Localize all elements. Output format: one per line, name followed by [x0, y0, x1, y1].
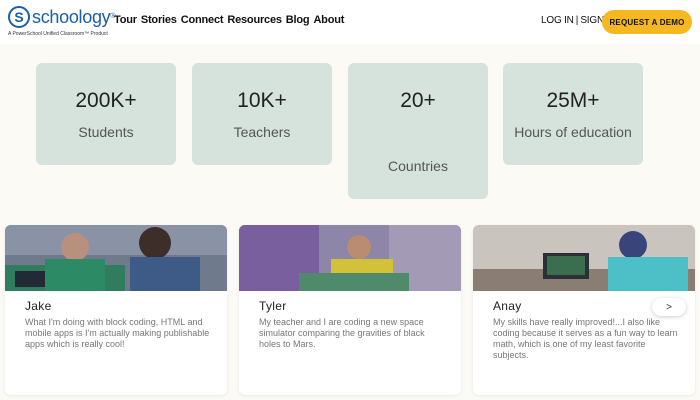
- story-name: Tyler: [259, 299, 287, 313]
- story-card-tyler[interactable]: Tyler My teacher and I are coding a new …: [239, 225, 461, 395]
- story-photo: [5, 225, 227, 291]
- stat-card-countries: 20+ Countries: [348, 63, 488, 199]
- logo-tagline: A PowerSchool Unified Classroom™ Product: [8, 31, 108, 37]
- stat-value: 200K+: [75, 89, 137, 112]
- nav-tour[interactable]: Tour: [114, 14, 137, 26]
- story-quote: What I'm doing with block coding, HTML a…: [25, 317, 210, 349]
- stat-card-teachers: 10K+ Teachers: [192, 63, 332, 165]
- stat-value: 10K+: [237, 89, 287, 112]
- main-nav: Tour Stories Connect Resources Blog Abou…: [114, 14, 344, 26]
- stat-label: Students: [78, 124, 134, 140]
- stat-label: Countries: [388, 158, 448, 174]
- story-photo: [473, 225, 695, 291]
- request-demo-button[interactable]: REQUEST A DEMO: [602, 10, 692, 34]
- stat-value: 20+: [400, 89, 436, 112]
- story-quote: My teacher and I are coding a new space …: [259, 317, 425, 349]
- story-card-jake[interactable]: Jake What I'm doing with block coding, H…: [5, 225, 227, 395]
- nav-about[interactable]: About: [313, 14, 344, 26]
- nav-resources[interactable]: Resources: [227, 14, 282, 26]
- nav-connect[interactable]: Connect: [181, 14, 224, 26]
- schoology-logo[interactable]: S schoology® A PowerSchool Unified Class…: [8, 6, 116, 40]
- auth-separator: |: [575, 15, 579, 26]
- stat-value: 25M+: [546, 89, 600, 112]
- logo-wordmark: schoology: [32, 7, 111, 27]
- stat-card-students: 200K+ Students: [36, 63, 176, 165]
- story-quote: My skills have really improved!...I also…: [493, 317, 678, 360]
- login-link[interactable]: LOG IN: [541, 15, 574, 26]
- story-name: Jake: [25, 299, 52, 313]
- stat-label: Teachers: [233, 124, 291, 140]
- site-header: S schoology® A PowerSchool Unified Class…: [0, 0, 700, 44]
- chevron-right-icon: >: [666, 301, 672, 313]
- logo-mark: S: [8, 6, 30, 28]
- story-name: Anay: [493, 299, 522, 313]
- nav-stories[interactable]: Stories: [141, 14, 177, 26]
- nav-blog[interactable]: Blog: [286, 14, 310, 26]
- carousel-next-button[interactable]: >: [652, 298, 686, 316]
- stat-card-hours: 25M+ Hours of education: [503, 63, 643, 165]
- story-photo: [239, 225, 461, 291]
- stat-label: Hours of education: [514, 124, 632, 140]
